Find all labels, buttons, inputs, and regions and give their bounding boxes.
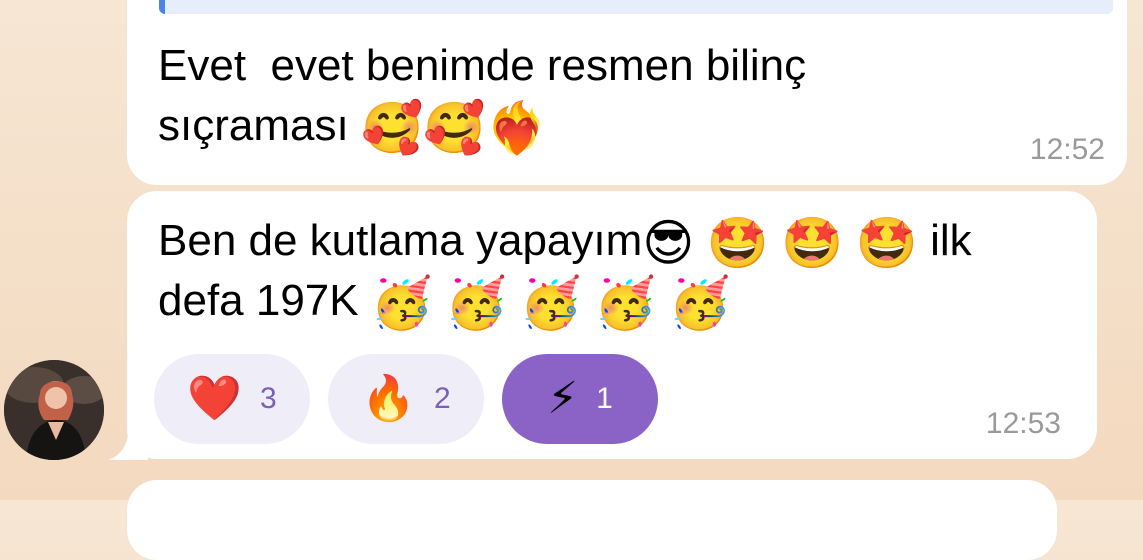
partying-face-emoji: 🥳 (519, 274, 583, 333)
message-timestamp: 12:53 (985, 407, 1061, 440)
avatar-photo (4, 360, 104, 460)
message-text-line: Ben de kutlama yapayım😎 🤩 🤩 🤩 ilk (158, 211, 972, 273)
message-text: defa 197K (158, 276, 359, 325)
reaction-lightning[interactable]: ⚡ 1 (502, 354, 658, 444)
smiling-hearts-emoji: 🥰 (423, 99, 486, 158)
partying-face-emoji: 🥳 (594, 274, 657, 333)
message-bubble[interactable]: Ben de kutlama yapayım😎 🤩 🤩 🤩 ilk defa 1… (127, 191, 1097, 459)
reply-quote[interactable] (159, 0, 1113, 14)
message-text-line: sıçraması 🥰🥰❤️‍🔥 (158, 96, 548, 158)
smiling-hearts-emoji: 🥰 (360, 99, 424, 158)
avatar[interactable] (4, 360, 104, 460)
heart-icon: ❤️ (187, 373, 243, 424)
message-text-line: Evet evet benimde resmen bilinç (158, 41, 807, 90)
lightning-icon: ⚡ (547, 373, 579, 424)
fire-icon: 🔥 (361, 373, 417, 424)
message-bubble[interactable]: Evet evet benimde resmen bilinç sıçramas… (127, 0, 1127, 185)
reaction-count: 2 (434, 382, 451, 415)
partying-face-emoji: 🥳 (370, 274, 434, 333)
message-text: ilk (930, 216, 972, 265)
star-struck-emoji: 🤩 (855, 214, 918, 273)
star-struck-emoji: 🤩 (781, 214, 844, 273)
sunglasses-emoji: 😎 (642, 214, 695, 273)
message-text: Ben de kutlama yapayım (158, 216, 643, 265)
reaction-fire[interactable]: 🔥 2 (328, 354, 484, 444)
reaction-heart[interactable]: ❤️ 3 (154, 354, 310, 444)
message-text: sıçraması (158, 101, 349, 150)
reaction-count: 3 (260, 382, 277, 415)
message-bubble[interactable] (127, 480, 1057, 560)
partying-face-emoji: 🥳 (445, 274, 508, 333)
star-struck-emoji: 🤩 (706, 214, 769, 273)
partying-face-emoji: 🥳 (668, 274, 732, 333)
bubble-tail (108, 416, 148, 460)
message-timestamp: 12:52 (1029, 133, 1105, 166)
message-text-line: defa 197K 🥳 🥳 🥳 🥳 🥳 (158, 271, 731, 333)
heart-on-fire-emoji: ❤️‍🔥 (485, 99, 548, 158)
reaction-count: 1 (596, 382, 613, 415)
